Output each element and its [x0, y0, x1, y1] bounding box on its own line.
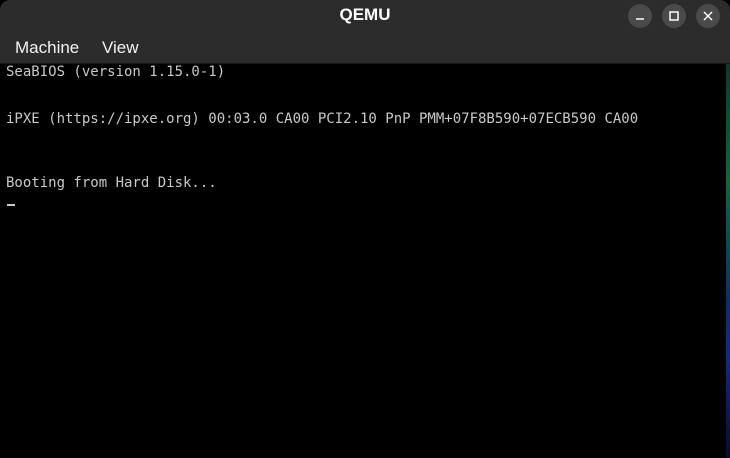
window-title: QEMU: [339, 5, 391, 24]
console-line-seabios: SeaBIOS (version 1.15.0-1): [6, 64, 226, 80]
close-icon: [703, 11, 713, 21]
close-button[interactable]: [696, 4, 720, 28]
menu-machine[interactable]: Machine: [14, 32, 80, 63]
console-line-booting: Booting from Hard Disk...: [6, 175, 217, 191]
desktop-background-edge: [726, 64, 730, 458]
vm-display[interactable]: SeaBIOS (version 1.15.0-1) iPXE (https:/…: [0, 64, 726, 458]
title-bar[interactable]: QEMU: [0, 0, 730, 32]
qemu-window: QEMU Machine View SeaBIOS (version 1.15.…: [0, 0, 730, 458]
menu-view[interactable]: View: [101, 32, 140, 63]
maximize-button[interactable]: [662, 4, 686, 28]
text-cursor: [7, 204, 15, 206]
minimize-icon: [636, 18, 644, 20]
menu-bar: Machine View: [0, 32, 730, 64]
console-line-ipxe: iPXE (https://ipxe.org) 00:03.0 CA00 PCI…: [6, 111, 639, 127]
maximize-icon: [669, 11, 679, 21]
minimize-button[interactable]: [628, 4, 652, 28]
